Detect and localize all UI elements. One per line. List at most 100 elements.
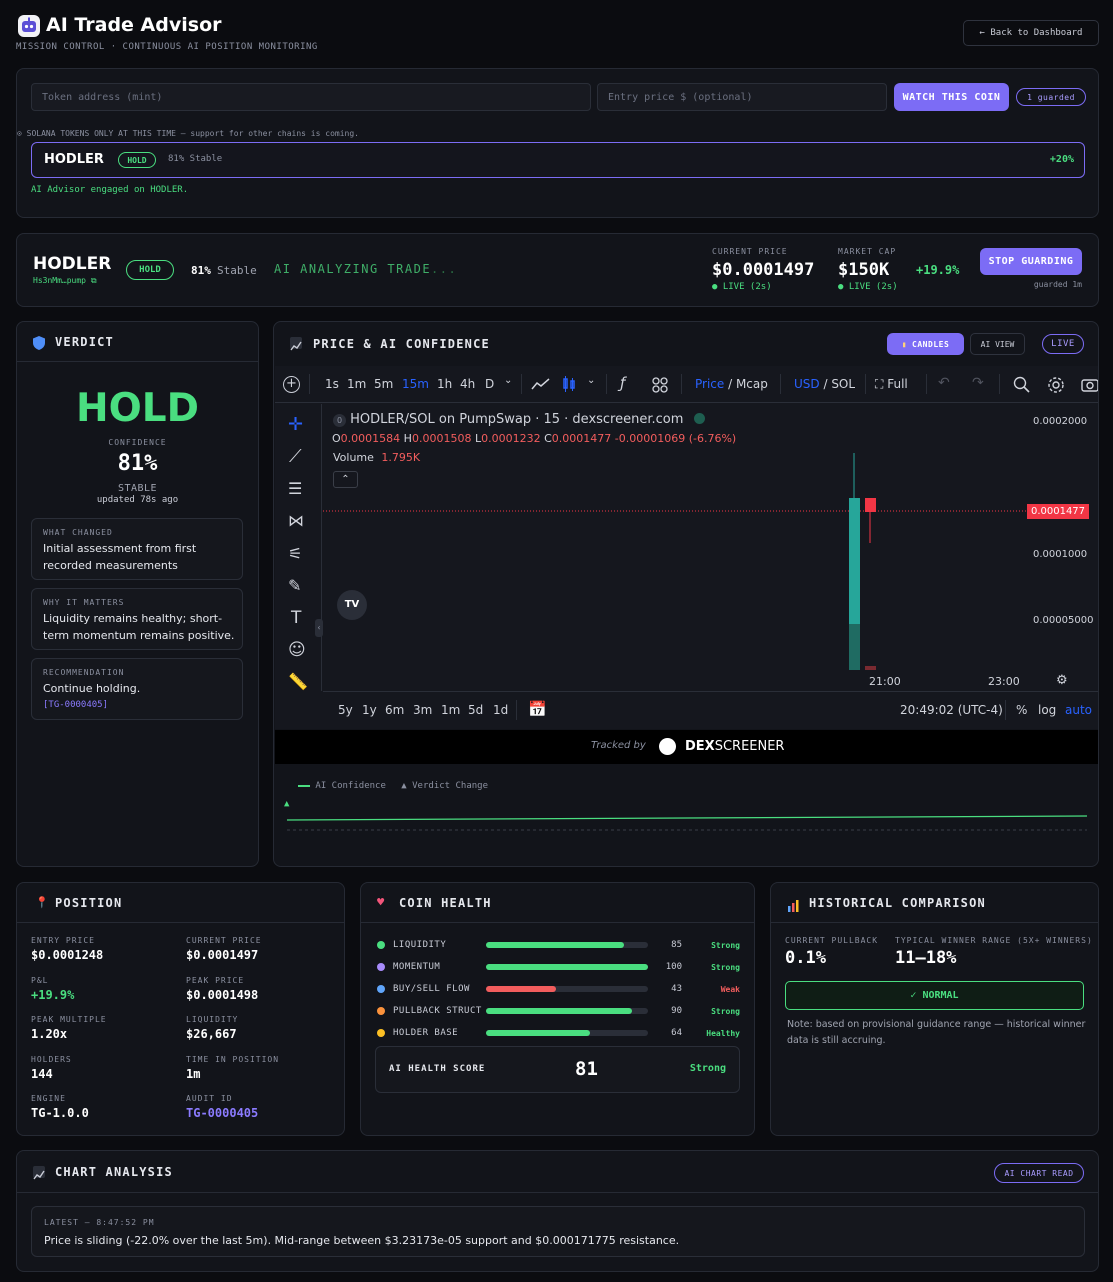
ruler-tool-icon[interactable]: 📏 (288, 672, 308, 691)
price-mcap-toggle[interactable]: Price / Mcap (695, 377, 768, 391)
trend-line-tool-icon[interactable]: ⟋ (289, 446, 302, 467)
candle-plot (323, 453, 1027, 670)
copy-icon[interactable]: ⧉ (91, 276, 97, 285)
analyzing-status: AI ANALYZING TRADE... (274, 262, 457, 276)
candles-toggle[interactable]: ▮ CANDLES (887, 333, 964, 355)
chart-panel-title: PRICE & AI CONFIDENCE (313, 337, 490, 351)
tradingview-logo[interactable]: TV (337, 590, 367, 620)
settings-gear-icon[interactable] (1047, 376, 1065, 394)
health-status: Weak (720, 985, 740, 994)
tracked-by-label: Tracked by (591, 740, 646, 751)
latest-analysis-text: Price is sliding (-22.0% over the last 5… (44, 1234, 680, 1247)
health-label: HOLDER BASE (393, 1028, 459, 1038)
watched-coin-row[interactable]: HODLER HOLD 81% Stable +20% (31, 142, 1085, 178)
health-dot (377, 941, 385, 949)
interval-d[interactable]: D (485, 377, 494, 391)
watch-coin-button[interactable]: WATCH THIS COIN (894, 83, 1009, 111)
crosshair-tool-icon[interactable]: ✛ (288, 414, 303, 435)
tv-bottom-bar: 5y 1y 6m 3m 1m 5d 1d 📅 20:49:02 (UTC-4) … (323, 691, 1098, 729)
redo-icon[interactable]: ↷ (972, 375, 984, 391)
interval-1m[interactable]: 1m (347, 377, 366, 391)
candles-chart-icon[interactable] (562, 375, 576, 393)
price-axis[interactable]: 0.0002000 0.0001477 0.0001000 0.00005000 (1027, 404, 1098, 691)
prediction-tool-icon[interactable]: ⚟ (288, 544, 302, 563)
chart-analysis-panel: CHART ANALYSIS AI CHART READ LATEST — 8:… (16, 1150, 1099, 1272)
interval-1h[interactable]: 1h (437, 377, 452, 391)
live-toggle[interactable]: LIVE (1042, 334, 1084, 354)
usd-sol-toggle[interactable]: USD / SOL (794, 377, 855, 391)
interval-dropdown-icon[interactable]: ⌄ (504, 375, 512, 386)
percent-scale-toggle[interactable]: % (1016, 703, 1027, 717)
fib-tool-icon[interactable]: ☰ (288, 479, 302, 498)
range-6m[interactable]: 6m (385, 703, 404, 717)
line-chart-icon[interactable] (531, 377, 551, 391)
watched-coin-verdict: HOLD (118, 152, 156, 168)
interval-15m[interactable]: 15m (402, 377, 429, 391)
range-1d[interactable]: 1d (493, 703, 508, 717)
historical-note: Note: based on provisional guidance rang… (787, 1019, 1086, 1046)
confidence-line-chart: ▲ (284, 799, 1088, 831)
last-price-label: 0.0001477 (1027, 504, 1089, 519)
dexscreener-wordmark: DEXSCREENER (685, 739, 784, 754)
chart-type-dropdown-icon[interactable]: ⌄ (587, 375, 595, 386)
stability-pct: 81% (191, 264, 211, 277)
goto-date-icon[interactable]: 📅 (528, 700, 547, 718)
page-subtitle: MISSION CONTROL · CONTINUOUS AI POSITION… (16, 42, 318, 52)
quick-search-icon[interactable] (1013, 376, 1030, 393)
interval-1s[interactable]: 1s (325, 377, 339, 391)
mcap-live-indicator: ● LIVE (2s) (838, 282, 898, 292)
health-bar-fill (486, 1030, 590, 1036)
time-tick-1: 21:00 (869, 675, 901, 688)
coin-address[interactable]: Hs3nMm…pump ⧉ (33, 276, 97, 286)
range-1y[interactable]: 1y (362, 703, 377, 717)
position-panel: 📍 POSITION ENTRY PRICE $0.0001248 CURREN… (16, 882, 345, 1136)
confidence-line (286, 815, 1088, 821)
time-in-position-value: 1m (186, 1067, 201, 1081)
brush-tool-icon[interactable]: ✎ (288, 576, 301, 595)
range-1m[interactable]: 1m (441, 703, 460, 717)
pin-icon: 📍 (35, 896, 49, 909)
back-to-dashboard-button[interactable]: ← Back to Dashboard (963, 20, 1099, 46)
log-scale-toggle[interactable]: log (1038, 703, 1056, 717)
ai-view-toggle[interactable]: AI VIEW (970, 333, 1025, 355)
range-5d[interactable]: 5d (468, 703, 483, 717)
undo-icon[interactable]: ↶ (938, 375, 950, 391)
range-3m[interactable]: 3m (413, 703, 432, 717)
templates-icon[interactable] (652, 377, 668, 393)
health-row: PULLBACK STRUCT 90 Strong (361, 1004, 754, 1020)
indicators-icon[interactable]: ƒ (620, 374, 625, 392)
stop-guarding-button[interactable]: STOP GUARDING (980, 248, 1082, 275)
axis-settings-icon[interactable]: ⚙ (1056, 673, 1068, 688)
emoji-tool-icon[interactable]: ☺ (288, 640, 306, 660)
ai-health-score-card: AI HEALTH SCORE 81 Strong (375, 1046, 740, 1093)
audit-id-link[interactable]: TG-0000405 (186, 1106, 258, 1120)
range-5y[interactable]: 5y (338, 703, 353, 717)
mcap-option[interactable]: Mcap (736, 377, 768, 391)
price-option[interactable]: Price (695, 377, 724, 391)
dexscreener-banner[interactable]: Tracked by DEXSCREENER (275, 730, 1098, 764)
fullscreen-button[interactable]: ⛶ Full (875, 377, 908, 392)
entry-price-input[interactable]: Entry price $ (optional) (597, 83, 887, 111)
text-tool-icon[interactable]: T (291, 608, 301, 628)
sol-option[interactable]: SOL (831, 377, 855, 391)
auto-scale-toggle[interactable]: auto (1065, 703, 1092, 717)
recommendation-ref-link[interactable]: [TG-0000405] (43, 700, 108, 710)
pnl-value: +19.9% (31, 988, 75, 1002)
verdict-change-marker: ▲ (284, 799, 290, 809)
what-changed-label: WHAT CHANGED (43, 528, 113, 537)
interval-4h[interactable]: 4h (460, 377, 475, 391)
camera-icon[interactable] (1081, 377, 1099, 392)
recommendation-text: Continue holding. (43, 682, 141, 695)
entry-price-label: ENTRY PRICE (31, 936, 95, 945)
add-symbol-icon[interactable]: + (283, 376, 300, 393)
token-address-input[interactable]: Token address (mint) (31, 83, 591, 111)
pattern-tool-icon[interactable]: ⋈ (288, 511, 304, 530)
usd-option[interactable]: USD (794, 377, 820, 391)
price-change: +19.9% (916, 263, 960, 277)
candle-icon: ▮ (901, 339, 908, 349)
summary-bar: HODLER Hs3nMm…pump ⧉ HOLD 81% Stable AI … (16, 233, 1099, 307)
updated-time: updated 78s ago (96, 495, 179, 505)
health-row: LIQUIDITY 85 Strong (361, 938, 754, 954)
toolbar-collapse-handle[interactable]: ‹ (315, 619, 323, 637)
interval-5m[interactable]: 5m (374, 377, 393, 391)
